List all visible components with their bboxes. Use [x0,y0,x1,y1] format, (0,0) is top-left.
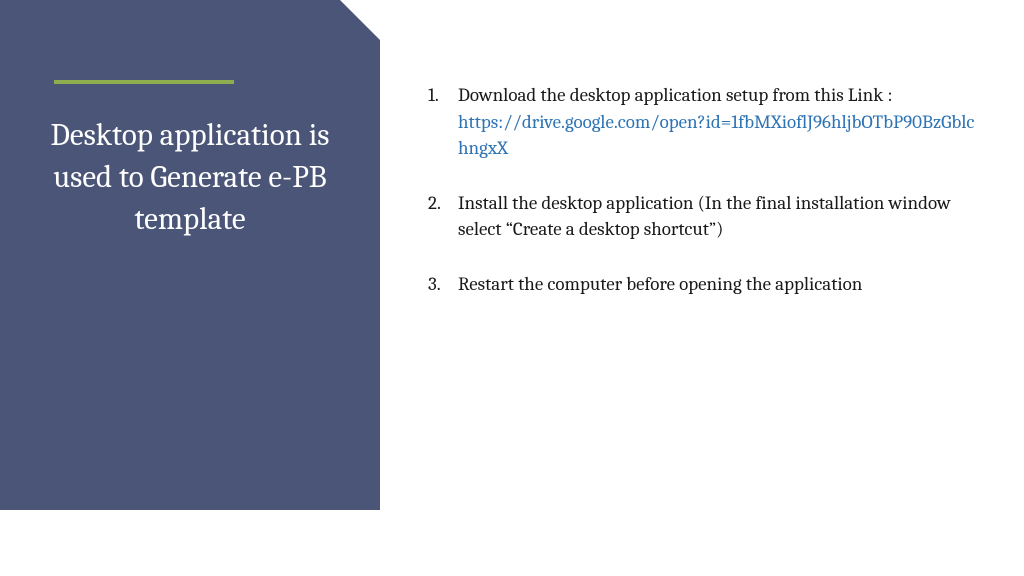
list-item-text: Restart the computer before opening the … [458,273,862,295]
list-item: Restart the computer before opening the … [428,271,983,298]
list-item: Install the desktop application (In the … [428,190,983,243]
content-area: Download the desktop application setup f… [428,82,983,326]
download-link[interactable]: https://drive.google.com/open?id=1fbMXio… [458,111,974,160]
accent-line [54,80,234,84]
instruction-list: Download the desktop application setup f… [428,82,983,298]
left-panel: Desktop application is used to Generate … [0,0,380,510]
list-item-text: Download the desktop application setup f… [458,84,892,106]
corner-notch [340,0,380,40]
list-item: Download the desktop application setup f… [428,82,983,162]
list-item-text: Install the desktop application (In the … [458,192,951,241]
slide-title: Desktop application is used to Generate … [30,115,350,241]
